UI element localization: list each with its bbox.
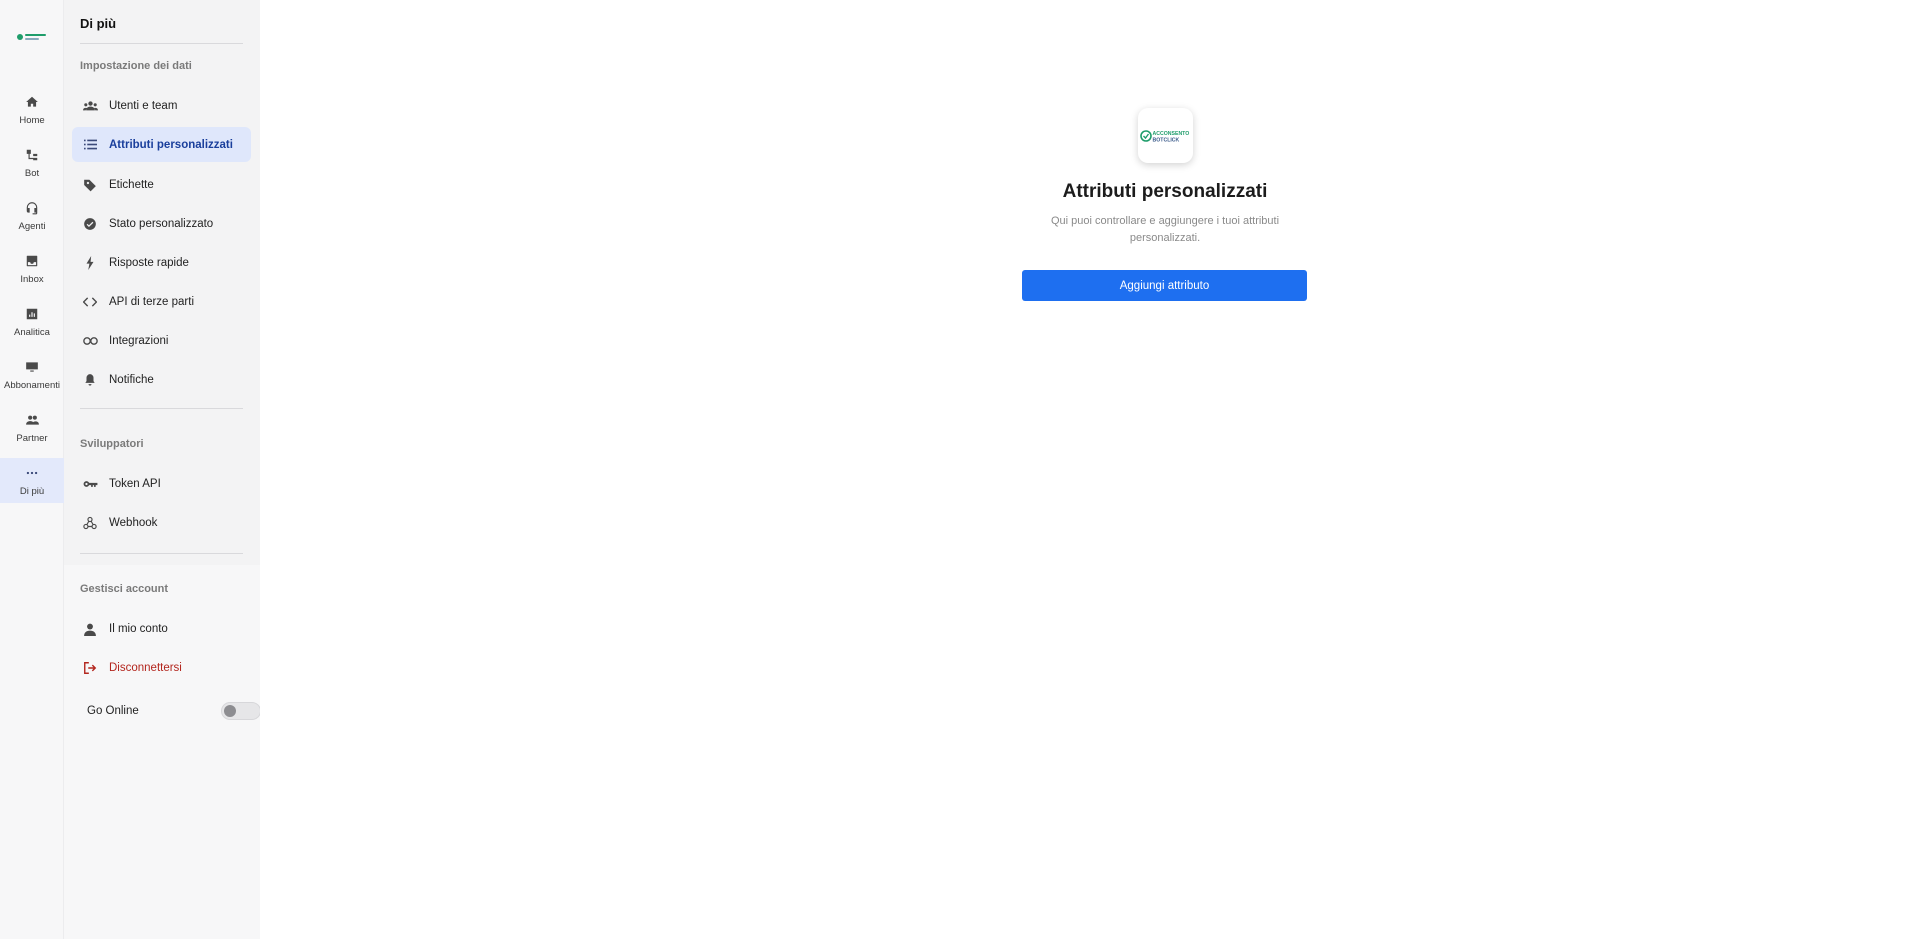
inbox-icon: [24, 253, 40, 269]
rail-item-analitica[interactable]: Analitica: [0, 304, 64, 350]
page-subtitle: Qui puoi controllare e aggiungere i tuoi…: [1050, 215, 1280, 244]
divider: [80, 408, 243, 409]
hero-logo-mark: ACCONSENTO BOTCLICK: [1139, 129, 1189, 143]
divider: [80, 43, 243, 44]
rail-item-label: Analitica: [14, 327, 50, 338]
sidebar-item-label: API di terze parti: [109, 296, 195, 308]
link-icon: [82, 333, 98, 349]
toggle-knob: [224, 705, 236, 717]
sidebar-item-third-party-api[interactable]: API di terze parti: [72, 285, 251, 319]
add-attribute-button[interactable]: Aggiungi attributo: [1022, 270, 1307, 301]
rail-item-agenti[interactable]: Agenti: [0, 198, 64, 244]
divider: [80, 553, 243, 554]
rail-item-label: Abbonamenti: [4, 380, 60, 391]
rail-item-label: Agenti: [18, 221, 46, 232]
analytics-icon: [24, 306, 40, 322]
key-icon: [82, 476, 98, 492]
section-heading-manage-account: Gestisci account: [80, 583, 169, 595]
rail-item-home[interactable]: Home: [0, 92, 64, 138]
brand-logo-mark: [17, 34, 46, 40]
tag-icon: [82, 177, 98, 193]
check-circle-icon: [82, 216, 98, 232]
rail-item-label: Partner: [16, 433, 48, 444]
section-heading-developers: Sviluppatori: [80, 438, 144, 450]
users-icon: [82, 98, 98, 114]
hero-brand-logo: ACCONSENTO BOTCLICK: [1138, 108, 1193, 163]
sidebar-item-labels[interactable]: Etichette: [72, 168, 251, 202]
sidebar-item-my-account[interactable]: Il mio conto: [72, 612, 251, 646]
page-title: Attributi personalizzati: [1062, 181, 1268, 202]
section-heading-data-settings: Impostazione dei dati: [80, 60, 192, 72]
bolt-icon: [82, 255, 98, 271]
sidebar-item-label: Risposte rapide: [109, 257, 189, 269]
rail-item-label: Home: [19, 115, 45, 126]
home-icon: [24, 94, 40, 110]
sidebar-item-integrations[interactable]: Integrazioni: [72, 324, 251, 358]
more-icon: [24, 465, 40, 481]
rail-item-bot[interactable]: Bot: [0, 145, 64, 191]
rail-item-label: Di più: [19, 486, 45, 497]
code-icon: [82, 294, 98, 310]
person-icon: [82, 621, 98, 637]
bot-icon: [24, 147, 40, 163]
app: Home Bot Agenti Inbox Analitica Abboname…: [0, 0, 1908, 939]
brand-logo[interactable]: [12, 22, 52, 52]
sidebar-item-label: Integrazioni: [109, 335, 169, 347]
rail-item-label: Inbox: [20, 274, 44, 285]
go-online-label: Go Online: [87, 705, 139, 717]
sidebar-item-api-token[interactable]: Token API: [72, 467, 251, 501]
sidebar-item-label: Stato personalizzato: [109, 218, 214, 230]
sidebar-item-webhook[interactable]: Webhook: [72, 506, 251, 540]
rail-item-di-piu[interactable]: Di più: [0, 458, 64, 503]
rail-item-abbonamenti[interactable]: Abbonamenti: [0, 357, 64, 403]
sidebar-item-label: Utenti e team: [109, 100, 178, 112]
headset-icon: [24, 200, 40, 216]
sidebar-item-custom-attributes[interactable]: Attributi personalizzati: [72, 127, 251, 162]
rail-item-partner[interactable]: Partner: [0, 410, 64, 456]
secondary-sidebar: Di più Impostazione dei dati Utenti e te…: [64, 0, 261, 939]
sidebar-item-custom-status[interactable]: Stato personalizzato: [72, 207, 251, 241]
main-content: ACCONSENTO BOTCLICK Attributi personaliz…: [260, 0, 1908, 939]
sidebar-item-logout[interactable]: Disconnettersi: [72, 651, 251, 685]
primary-rail: Home Bot Agenti Inbox Analitica Abboname…: [0, 0, 64, 939]
sidebar-item-label: Attributi personalizzati: [109, 138, 233, 151]
people-icon: [24, 412, 40, 428]
sidebar-item-label: Token API: [109, 478, 161, 490]
go-online-toggle[interactable]: [221, 702, 261, 720]
sidebar-item-label: Webhook: [109, 517, 158, 529]
hero-logo-line2: BOTCLICK: [1152, 137, 1179, 143]
sidebar-item-label: Etichette: [109, 179, 154, 191]
sidebar-item-users-teams[interactable]: Utenti e team: [72, 89, 251, 123]
hero-logo-line1: ACCONSENTO: [1152, 131, 1189, 137]
sidebar-item-label: Il mio conto: [109, 623, 168, 635]
rail-item-label: Bot: [24, 168, 40, 179]
list-icon: [82, 137, 98, 153]
sidebar-item-label: Notifiche: [109, 374, 154, 386]
bell-icon: [82, 372, 98, 388]
go-online-row: Go Online: [87, 700, 261, 722]
sidebar-item-label: Disconnettersi: [109, 662, 182, 674]
rail-item-inbox[interactable]: Inbox: [0, 251, 64, 297]
sidebar-item-quick-replies[interactable]: Risposte rapide: [72, 246, 251, 280]
logout-icon: [82, 660, 98, 676]
sidebar-title: Di più: [80, 16, 117, 31]
monitor-icon: [24, 359, 40, 375]
sidebar-item-notifications[interactable]: Notifiche: [72, 363, 251, 397]
webhook-icon: [82, 515, 98, 531]
